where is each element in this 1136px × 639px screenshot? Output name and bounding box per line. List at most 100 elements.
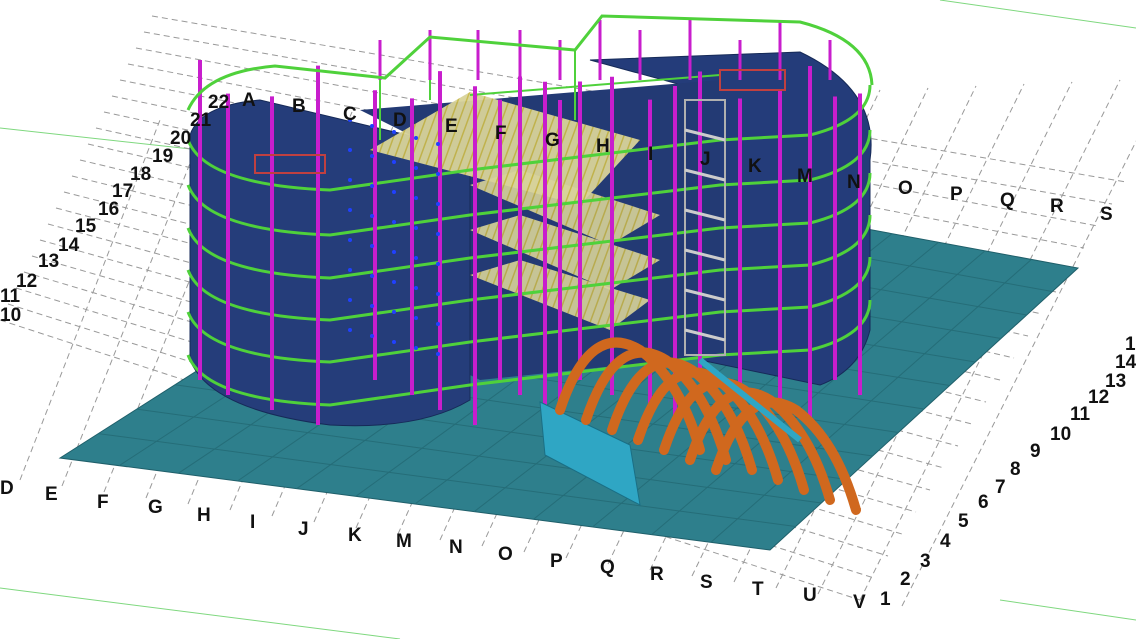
grid-label-front: F [97, 492, 109, 513]
node-marker [370, 334, 374, 338]
grid-label-right: 10 [1050, 424, 1071, 445]
node-marker [392, 220, 396, 224]
node-marker [436, 202, 440, 206]
node-marker [348, 148, 352, 152]
grid-label-left: 18 [130, 164, 151, 185]
node-marker [370, 124, 374, 128]
node-marker [370, 304, 374, 308]
node-marker [414, 196, 418, 200]
grid-label-front: Q [600, 557, 615, 578]
node-marker [414, 316, 418, 320]
building-model [186, 14, 874, 427]
node-marker [392, 280, 396, 284]
node-marker [392, 340, 396, 344]
reference-line [939, 0, 1136, 29]
grid-label-front: K [348, 525, 362, 546]
grid-label-top: P [950, 184, 963, 205]
node-marker [436, 172, 440, 176]
node-marker [392, 190, 396, 194]
grid-label-left: 21 [190, 110, 212, 131]
node-marker [348, 298, 352, 302]
grid-label-front: U [803, 585, 817, 606]
grid-label-top: B [292, 96, 306, 117]
node-marker [392, 160, 396, 164]
grid-label-top: G [545, 130, 560, 151]
grid-label-right: 9 [1030, 441, 1041, 462]
grid-label-front: H [197, 505, 211, 526]
grid-label-front: P [550, 551, 563, 572]
node-marker [414, 256, 418, 260]
grid-label-top: J [700, 149, 711, 170]
grid-label-front: T [752, 579, 764, 600]
node-marker [348, 208, 352, 212]
grid-label-left: 22 [208, 92, 229, 113]
grid-label-front: S [700, 572, 713, 593]
reference-line [999, 599, 1136, 621]
node-marker [436, 322, 440, 326]
node-marker [414, 226, 418, 230]
node-marker [348, 328, 352, 332]
node-marker [414, 346, 418, 350]
grid-label-right: 7 [995, 477, 1006, 498]
grid-label-top: F [495, 123, 507, 144]
grid-label-right: 13 [1105, 371, 1126, 392]
node-marker [414, 286, 418, 290]
grid-label-top: S [1100, 204, 1113, 225]
grid-label-left: 14 [58, 235, 80, 256]
grid-label-top: A [242, 90, 256, 111]
node-marker [370, 274, 374, 278]
grid-label-right: 1 [880, 589, 891, 610]
grid-label-front: G [148, 497, 163, 518]
grid-label-front: E [45, 484, 58, 505]
grid-label-top: O [898, 178, 913, 199]
grid-label-top: I [648, 144, 653, 165]
node-marker [414, 136, 418, 140]
node-marker [348, 268, 352, 272]
grid-label-front: D [0, 478, 14, 499]
3d-model-viewport[interactable]: A B C D E F G H I J K M N O P Q R SD E F G H I J K M N O P Q R S T U V2221… [0, 0, 1136, 639]
node-marker [348, 238, 352, 242]
grid-label-front: V [853, 592, 866, 613]
node-marker [370, 184, 374, 188]
grid-label-right: 8 [1010, 459, 1021, 480]
grid-label-front: O [498, 544, 513, 565]
node-marker [436, 262, 440, 266]
node-marker [436, 352, 440, 356]
grid-label-right: 1 [1125, 334, 1136, 355]
grid-label-front: J [298, 519, 309, 540]
grid-label-right: 6 [978, 492, 989, 513]
grid-label-left: 15 [75, 216, 97, 237]
grid-label-right: 14 [1115, 352, 1136, 373]
reference-line [0, 587, 401, 639]
grid-label-front: M [396, 531, 412, 552]
grid-label-top: E [445, 116, 458, 137]
node-marker [414, 166, 418, 170]
grid-label-right: 2 [900, 569, 911, 590]
grid-label-left: 10 [0, 305, 21, 326]
grid-label-left: 16 [98, 199, 119, 220]
node-marker [348, 178, 352, 182]
grid-label-top: K [748, 156, 762, 177]
node-marker [370, 214, 374, 218]
grid-label-top: M [797, 166, 813, 187]
grid-label-left: 11 [0, 286, 21, 307]
grid-label-right: 4 [940, 531, 951, 552]
node-marker [436, 232, 440, 236]
grid-label-right: 3 [920, 551, 931, 572]
grid-label-right: 5 [958, 511, 969, 532]
node-marker [436, 142, 440, 146]
grid-label-left: 20 [170, 128, 191, 149]
grid-label-top: H [596, 136, 610, 157]
grid-label-left: 19 [152, 146, 173, 167]
grid-label-front: N [449, 537, 463, 558]
grid-label-top: Q [1000, 190, 1015, 211]
grid-label-top: R [1050, 196, 1064, 217]
node-marker [436, 292, 440, 296]
grid-label-top: N [847, 172, 861, 193]
grid-label-front: R [650, 564, 664, 585]
grid-label-top: C [343, 104, 357, 125]
grid-label-front: I [250, 512, 255, 533]
node-marker [392, 310, 396, 314]
node-marker [392, 250, 396, 254]
node-marker [370, 244, 374, 248]
